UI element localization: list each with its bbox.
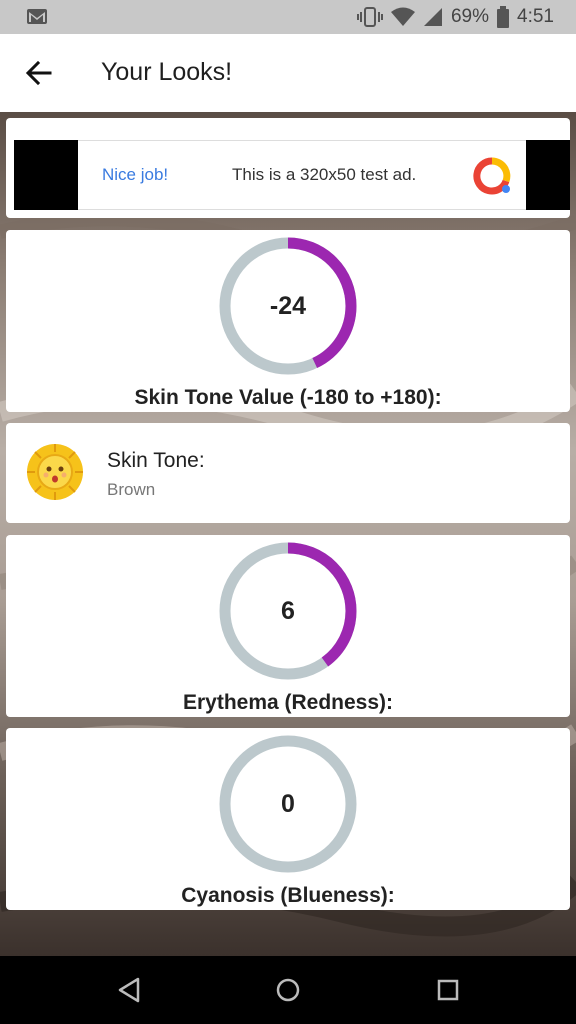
app-bar: Your Looks! <box>0 34 576 112</box>
cyanosis-value: 0 <box>281 789 295 818</box>
erythema-value: 6 <box>281 596 295 625</box>
ad-card[interactable]: Nice job! This is a 320x50 test ad. <box>6 118 570 218</box>
ad-banner[interactable]: Nice job! This is a 320x50 test ad. <box>78 140 526 210</box>
ad-letterbox-right <box>526 140 570 210</box>
battery-icon <box>497 6 510 28</box>
wifi-icon <box>390 7 415 26</box>
skin-tone-result: Brown <box>107 480 156 499</box>
clock: 4:51 <box>517 6 554 27</box>
skin-tone-value: -24 <box>269 291 307 320</box>
cyanosis-card: 0 Cyanosis (Blueness): <box>6 728 570 910</box>
signal-icon <box>423 8 442 26</box>
ad-headline: Nice job! <box>102 165 169 184</box>
skin-tone-card: Skin Tone: Brown <box>6 423 570 523</box>
gmail-icon <box>27 9 47 24</box>
cyanosis-label: Cyanosis (Blueness): <box>181 884 395 907</box>
navigation-bar <box>0 956 576 1024</box>
recents-square-icon[interactable] <box>435 976 461 1004</box>
home-circle-icon[interactable] <box>275 976 301 1004</box>
back-triangle-icon[interactable] <box>116 976 142 1004</box>
skin-tone-value-label: Skin Tone Value (-180 to +180): <box>134 386 442 409</box>
arrow-left-icon[interactable] <box>22 56 56 90</box>
ad-text: This is a 320x50 test ad. <box>232 165 417 184</box>
ad-letterbox-left <box>14 140 86 210</box>
admob-icon <box>473 157 511 195</box>
skin-tone-title: Skin Tone: <box>107 449 205 472</box>
erythema-card: 6 Erythema (Redness): <box>6 535 570 717</box>
page-title: Your Looks! <box>101 58 233 86</box>
sun-face-icon <box>27 444 83 500</box>
vibrate-icon <box>356 7 383 27</box>
battery-percent: 69% <box>450 6 490 27</box>
erythema-label: Erythema (Redness): <box>182 691 394 714</box>
status-bar: 69% 4:51 <box>0 0 576 34</box>
skin-tone-value-card: -24 Skin Tone Value (-180 to +180): <box>6 230 570 412</box>
